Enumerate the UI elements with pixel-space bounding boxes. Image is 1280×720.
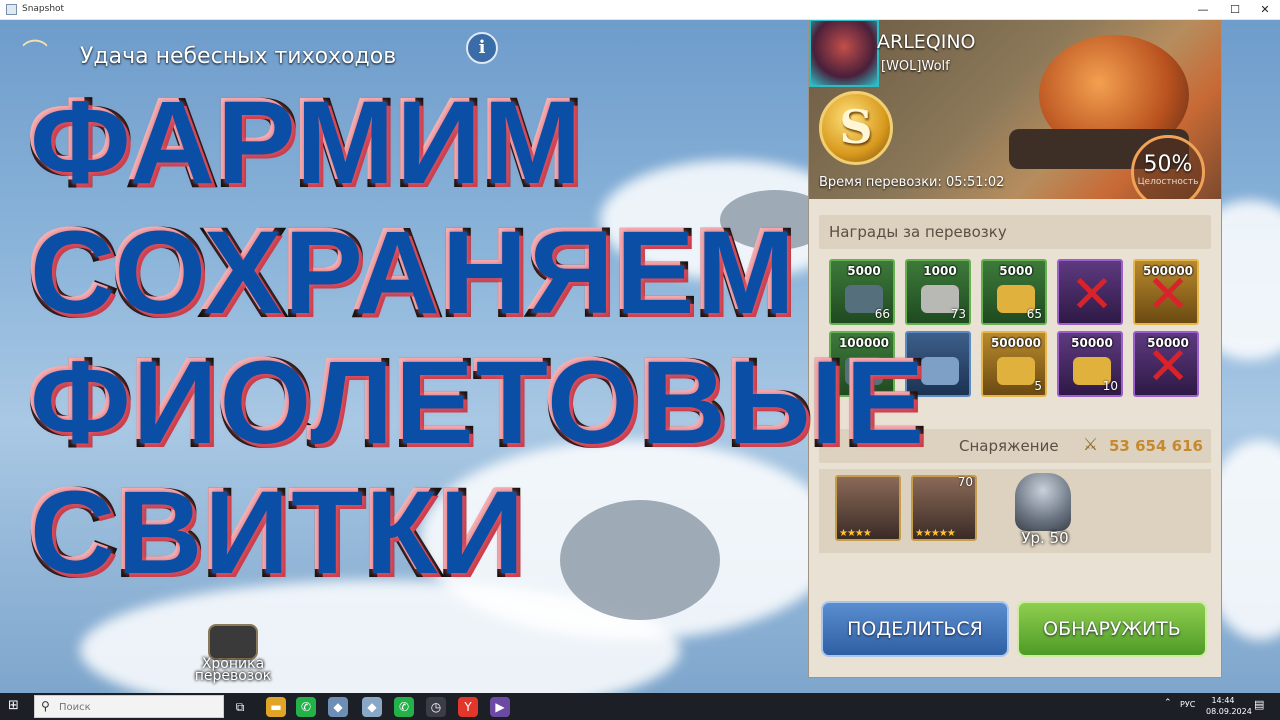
taskbar-search[interactable]: ⚲: [34, 695, 224, 718]
whatsapp-icon[interactable]: ✆: [296, 697, 316, 717]
yandex-icon[interactable]: Y: [458, 697, 478, 717]
reward-slot[interactable]: 50000 10: [1057, 331, 1123, 397]
game-icon-1[interactable]: ◆: [328, 697, 348, 717]
event-title: Удача небесных тихоходов: [80, 44, 397, 69]
notifications-icon[interactable]: ▤: [1254, 698, 1270, 714]
keyboard-language[interactable]: РУС: [1180, 700, 1195, 709]
caption-line-3: ФИОЛЕТОВЫЕ: [26, 334, 928, 472]
windows-start-icon[interactable]: ⊞: [8, 699, 22, 713]
clock-time: 14:44: [1211, 696, 1235, 705]
reward-slot[interactable]: ✕ 500000: [1133, 259, 1199, 325]
reward-count: 5: [1034, 379, 1042, 393]
maximize-button[interactable]: ☐: [1218, 0, 1252, 20]
reward-amount: 50000: [1147, 336, 1189, 350]
folder-icon[interactable]: ▬: [266, 697, 286, 717]
close-button[interactable]: ✕: [1248, 0, 1280, 20]
reward-count: 10: [1102, 379, 1118, 393]
reward-amount: 50000: [1071, 336, 1113, 350]
chronicle-icon: [208, 624, 258, 660]
airship-wing-icon: ⌒: [22, 39, 49, 69]
durability-percent: 50%: [1143, 152, 1193, 177]
caption-line-1: ФАРМИМ: [26, 74, 586, 212]
durability-label: Целостность: [1137, 177, 1199, 187]
clock-date: 08.09.2024: [1206, 707, 1252, 716]
event-header: ⌒ Удача небесных тихоходов: [22, 32, 430, 76]
window-titlebar: Snapshot — ☐ ✕: [0, 0, 1280, 20]
unit-level: Ур. 50: [1021, 529, 1069, 547]
detect-button[interactable]: ОБНАРУЖИТЬ: [1017, 601, 1207, 657]
taskbar: ⊞ ⚲ ⧉ ▬ ✆ ◆ ◆ ✆ ◷ Y ▶ ⌃ РУС 14:44 08.09.2024 ▤: [0, 693, 1280, 720]
tray-clock[interactable]: 14:44 08.09.2024: [1206, 695, 1252, 717]
reward-slot[interactable]: 500000 5: [981, 331, 1047, 397]
reward-slot[interactable]: 5000 65: [981, 259, 1047, 325]
chronicle-label-2: перевозок: [194, 668, 272, 684]
power-value: 53 654 616: [1109, 437, 1203, 455]
player-clan: [WOL]Wolf: [881, 59, 950, 74]
caption-line-4: СВИТКИ: [26, 464, 528, 602]
reward-amount: 500000: [1142, 264, 1194, 278]
media-icon[interactable]: ▶: [490, 697, 510, 717]
chronicle-button[interactable]: Хроника перевозок: [186, 624, 280, 684]
reward-count: 65: [1026, 307, 1042, 321]
search-icon: ⚲: [41, 699, 50, 713]
caption-line-2: СОХРАНЯЕМ: [26, 204, 799, 342]
unit-slot[interactable]: Ур. 50: [1005, 469, 1085, 553]
x-mark-icon: ✕: [1070, 265, 1114, 325]
clock-icon[interactable]: ◷: [426, 697, 446, 717]
reward-amount: 5000: [999, 264, 1033, 278]
window-title: Snapshot: [22, 4, 65, 14]
player-name: ARLEQINO: [877, 31, 976, 53]
reward-slot[interactable]: ✕: [1057, 259, 1123, 325]
game-icon-2[interactable]: ◆: [362, 697, 382, 717]
tray-chevron-icon[interactable]: ⌃: [1164, 698, 1172, 708]
whatsapp-icon-2[interactable]: ✆: [394, 697, 414, 717]
defense-title: Снаряжение: [959, 437, 1059, 455]
overlay-caption: ФАРМИМ СОХРАНЯЕМ ФИОЛЕТОВЫЕ СВИТКИ: [26, 74, 960, 602]
info-icon[interactable]: i: [466, 32, 498, 64]
reward-slot[interactable]: ✕ 50000: [1133, 331, 1199, 397]
hero-level: 70: [957, 475, 973, 489]
minimize-button[interactable]: —: [1186, 0, 1220, 20]
wheat-icon: [997, 357, 1035, 385]
search-input[interactable]: [59, 699, 219, 715]
durability-gauge: 50% Целостность: [1131, 135, 1205, 199]
app-icon: [6, 4, 17, 15]
armored-unit-icon: [1015, 473, 1071, 531]
reward-amount: 500000: [990, 336, 1042, 350]
avatar[interactable]: [809, 19, 879, 87]
swords-icon: ⚔: [1083, 435, 1099, 455]
share-button[interactable]: ПОДЕЛИТЬСЯ: [821, 601, 1009, 657]
task-view-icon[interactable]: ⧉: [230, 697, 250, 717]
